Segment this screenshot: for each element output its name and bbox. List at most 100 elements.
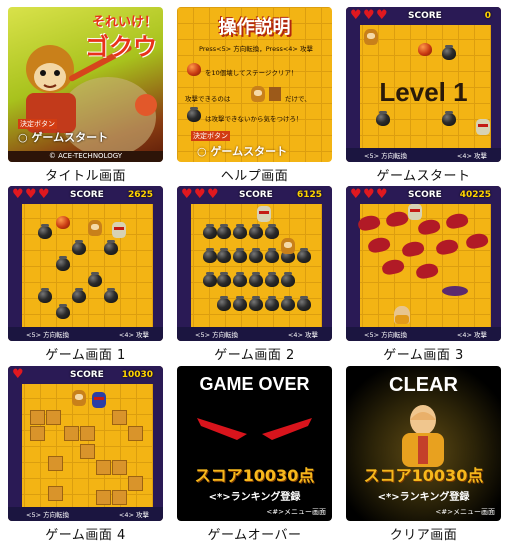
heart-icon: ♥ [207,187,219,202]
clear-score: スコア10030点 [363,466,484,485]
black-pot-icon [104,288,118,303]
crate-block [112,410,127,425]
gameover-menu-link[interactable]: <#>メニュー画面 [266,507,326,517]
blue-demon-icon [92,392,106,408]
black-pot-icon [281,296,295,311]
control-bar: <5> 方向転換 <4> 攻撃 [346,327,501,341]
hud: ♥ ♥ ♥ SCORE 0 [346,7,501,25]
screenshot-grid: それいけ！ ゴクウ 決定ボタン ○ ゲームスタート © ACE-TECHNOLO… [0,0,505,553]
crate-block [96,490,111,505]
heart-icon: ♥ [376,8,388,23]
game-1-panel[interactable]: ♥ ♥ ♥ SCORE 2625 <5> 方向転換 <4> 攻撃 [8,186,163,341]
black-pot-icon [249,248,263,263]
heart-icon: ♥ [181,187,193,202]
game-4-panel[interactable]: ♥ SCORE 10030 <5> 方向転換 <4> 攻撃 [8,366,163,521]
ctrl-attack: <4> 攻撃 [118,331,149,339]
black-pot-icon [233,224,247,239]
black-pot-icon [249,272,263,287]
board-grid [177,186,332,341]
heart-icon: ♥ [350,8,362,23]
game-3-panel[interactable]: ♥ ♥ ♥ SCORE 40225 <5> 方向転換 <4> 攻撃 [346,186,501,341]
black-pot-icon [281,272,295,287]
monkey-icon [72,390,86,406]
cell-help-screen: 操作説明 Press<5> 方向転換，Press<4> 攻撃 を10個壊してステ… [177,7,332,190]
monkey-icon [281,238,295,254]
help-start-label: ゲームスタート [210,145,288,158]
ctrl-attack: <4> 攻撃 [287,331,318,339]
gameover-heading: GAME OVER [199,374,310,394]
black-pot-icon [442,111,456,126]
score-label: SCORE [408,190,442,200]
right-wall [322,186,332,341]
heart-icon: ♥ [25,187,37,202]
left-wall [8,186,22,341]
cell-game-4: ♥ SCORE 10030 <5> 方向転換 <4> 攻撃 ゲーム画面 4 [8,366,163,549]
caption-help: ヘルプ画面 [220,169,289,184]
help-heading: 操作説明 [218,17,291,38]
heart-icon: ♥ [12,187,24,202]
caption-title: タイトル画面 [44,169,126,184]
black-pot-icon [203,248,217,263]
help-line-4: は攻撃できないから気をつけろ！ [205,115,303,123]
black-pot-icon [249,224,263,239]
cell-game-3: ♥ ♥ ♥ SCORE 40225 <5> 方向転換 <4> 攻撃 ゲーム画面 … [346,186,501,369]
control-bar: <5> 方向転換 <4> 攻撃 [8,327,163,341]
help-screen-panel[interactable]: 操作説明 Press<5> 方向転換，Press<4> 攻撃 を10個壊してステ… [177,7,332,162]
right-wall [491,186,501,341]
cell-clear: CLEAR スコア10030点 <*>ランキング登録 <#>メニュー画面 クリア… [346,366,501,549]
heart-icon: ♥ [194,187,206,202]
clear-ranking-link[interactable]: <*>ランキング登録 [346,488,501,503]
black-pot-icon [233,296,247,311]
crate-block [112,460,127,475]
black-pot-icon [217,248,231,263]
clear-panel[interactable]: CLEAR スコア10030点 <*>ランキング登録 <#>メニュー画面 [346,366,501,521]
crate-block [30,426,45,441]
heart-icon: ♥ [363,187,375,202]
decide-button-label: 決定ボタン [18,119,57,129]
hud: ♥ ♥ ♥ SCORE 6125 [177,186,332,204]
black-pot-icon [104,240,118,255]
black-pot-icon [233,248,247,263]
score-label: SCORE [239,190,273,200]
control-bar: <5> 方向転換 <4> 攻撃 [346,148,501,162]
monkey-icon [251,86,265,102]
monkey-icon [364,29,378,45]
caption-game-2: ゲーム画面 2 [214,348,295,363]
cell-game-1: ♥ ♥ ♥ SCORE 2625 <5> 方向転換 <4> 攻撃 ゲーム画面 1 [8,186,163,369]
circle-icon: ○ [197,145,211,158]
start-screen-panel[interactable]: ♥ ♥ ♥ SCORE 0 Level 1 <5> 方向転換 <4> 攻撃 [346,7,501,162]
crate-block [128,476,143,491]
title-screen-panel[interactable]: それいけ！ ゴクウ 決定ボタン ○ ゲームスタート © ACE-TECHNOLO… [8,7,163,162]
clear-menu-link[interactable]: <#>メニュー画面 [435,507,495,517]
help-line-2: を10個壊してステージクリア！ [205,69,298,77]
demon-icon [408,204,422,220]
title-start-button[interactable]: ○ ゲームスタート [18,129,108,145]
hud: ♥ ♥ ♥ SCORE 40225 [346,186,501,204]
caption-start: ゲームスタート [376,169,471,184]
ctrl-attack: <4> 攻撃 [456,331,487,339]
score-value: 40225 [459,190,491,200]
help-line-1: Press<5> 方向転換，Press<4> 攻撃 [199,45,313,53]
ctrl-turn: <5> 方向転換 [195,331,239,339]
black-pot-icon [297,296,311,311]
circle-icon: ○ [18,131,32,144]
help-start-button[interactable]: ○ ゲームスタート [197,143,287,159]
crate-block [48,486,63,501]
game-2-panel[interactable]: ♥ ♥ ♥ SCORE 6125 <5> 方向転換 <4> 攻撃 [177,186,332,341]
level-overlay: Level 1 [379,77,468,107]
black-pot-icon [233,272,247,287]
gameover-ranking-link[interactable]: <*>ランキング登録 [177,488,332,503]
ctrl-turn: <5> 方向転換 [364,152,408,160]
cell-gameover: GAME OVER スコア10030点 <*>ランキング登録 <#>メニュー画面… [177,366,332,549]
black-pot-icon [38,224,52,239]
gameover-score: スコア10030点 [194,466,315,485]
black-pot-icon [217,296,231,311]
red-eyes-art [197,418,312,440]
crate-block [48,456,63,471]
crate-block [80,426,95,441]
gameover-panel[interactable]: GAME OVER スコア10030点 <*>ランキング登録 <#>メニュー画面 [177,366,332,521]
red-pot-icon [56,216,70,229]
heart-icon: ♥ [38,187,50,202]
crate-block [80,444,95,459]
score-label: SCORE [408,11,442,21]
